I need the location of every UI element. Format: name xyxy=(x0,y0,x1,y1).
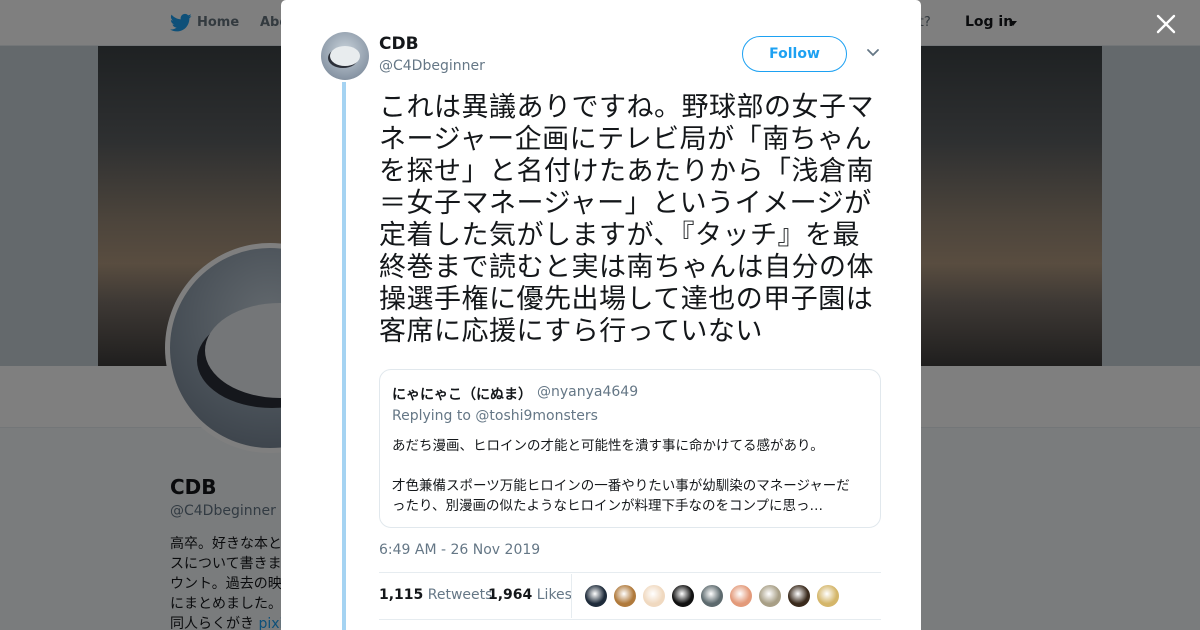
liker-avatar-9[interactable] xyxy=(816,584,840,608)
tweet-text-line: を探せ」と名付けたあたりから「浅倉南 xyxy=(379,156,874,187)
quoted-author-handle: @nyanya4649 xyxy=(537,384,639,400)
tweet-text-line: ＝女子マネージャー」というイメージが xyxy=(379,188,872,219)
follow-button[interactable]: Follow xyxy=(742,36,847,72)
liker-avatar-5[interactable] xyxy=(700,584,724,608)
tweet-text-line: 定着した気がしますが、『タッチ』を最 xyxy=(379,220,860,251)
quoted-tweet-text: あだち漫画、ヒロインの才能と可能性を潰す事に命かけてる感があり。 才色兼備スポー… xyxy=(392,436,872,516)
tweet-text-line: これは異議ありですね。野球部の女子マ xyxy=(379,92,874,123)
tweet-text-line: 終巻まで読むと実は南ちゃんは自分の体 xyxy=(379,252,874,283)
liker-avatar-6[interactable] xyxy=(729,584,753,608)
avatar-blob-shape xyxy=(330,46,360,66)
chevron-down-icon[interactable] xyxy=(866,48,880,58)
replying-prefix: Replying to xyxy=(392,408,476,424)
tweet-timestamp[interactable]: 6:49 AM - 26 Nov 2019 xyxy=(379,542,540,558)
quoted-text-line: ったり、別漫画の似たようなヒロインが料理下手なのをコンプに思っ… xyxy=(392,498,824,514)
liker-avatar-2[interactable] xyxy=(613,584,637,608)
tweet-author-name[interactable]: CDB xyxy=(379,34,419,54)
close-icon[interactable] xyxy=(1154,12,1178,36)
retweets-count: 1,115 xyxy=(379,587,424,603)
quoted-author-name: にゃにゃこ（にぬま） xyxy=(392,387,532,403)
liker-avatar-8[interactable] xyxy=(787,584,811,608)
quoted-text-line: 才色兼備スポーツ万能ヒロインの一番やりたい事が幼馴染のマネージャーだ xyxy=(392,478,850,494)
thread-line xyxy=(342,82,346,630)
divider xyxy=(379,572,881,573)
likes-stat[interactable]: 1,964 Likes xyxy=(488,587,572,603)
tweet-author-handle[interactable]: @C4Dbeginner xyxy=(379,58,485,74)
tweet-author-avatar[interactable] xyxy=(321,32,369,80)
quoted-text-line xyxy=(392,456,872,476)
liker-avatar-4[interactable] xyxy=(671,584,695,608)
tweet-modal: CDB @C4Dbeginner Follow これは異議ありですね。野球部の女… xyxy=(281,0,921,630)
divider xyxy=(379,619,881,620)
liker-avatar-1[interactable] xyxy=(584,584,608,608)
likes-count: 1,964 xyxy=(488,587,533,603)
tweet-text: これは異議ありですね。野球部の女子マ ネージャー企画にテレビ局が「南ちゃん を探… xyxy=(379,92,889,348)
replying-to: Replying to @toshi9monsters xyxy=(392,408,598,424)
liker-avatar-3[interactable] xyxy=(642,584,666,608)
retweets-label: Retweets xyxy=(427,587,493,603)
quoted-text-line: あだち漫画、ヒロインの才能と可能性を潰す事に命かけてる感があり。 xyxy=(392,438,824,454)
liker-avatar-7[interactable] xyxy=(758,584,782,608)
likes-label: Likes xyxy=(536,587,572,603)
tweet-text-line: ネージャー企画にテレビ局が「南ちゃん xyxy=(379,124,873,155)
tweet-text-line: 客席に応援にすら行っていない xyxy=(379,316,763,347)
tweet-text-line: 操選手権に優先出場して達也の甲子園は xyxy=(379,284,874,315)
retweets-stat[interactable]: 1,115 Retweets xyxy=(379,587,492,603)
quoted-tweet[interactable]: にゃにゃこ（にぬま） @nyanya4649 Replying to @tosh… xyxy=(379,369,881,528)
stats-separator xyxy=(571,574,572,618)
replying-to-link[interactable]: @toshi9monsters xyxy=(475,408,598,424)
